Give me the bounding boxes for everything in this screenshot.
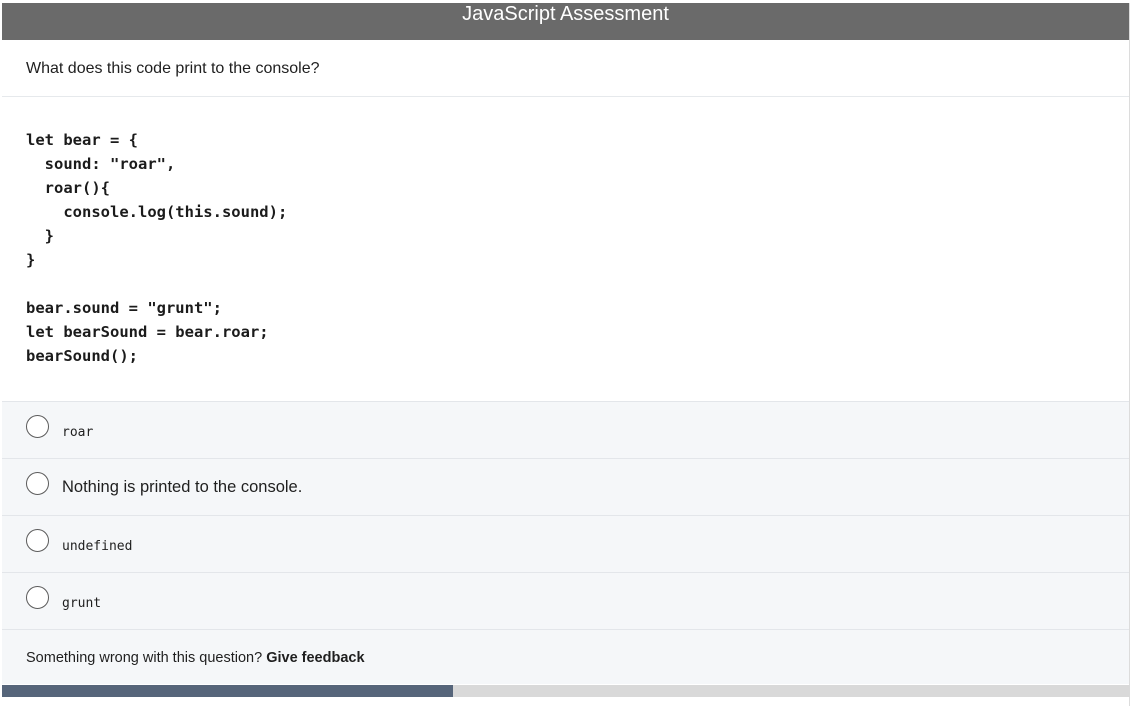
- radio-button[interactable]: [26, 586, 49, 609]
- answer-option-label: grunt: [62, 596, 102, 611]
- assessment-header: JavaScript Assessment: [2, 3, 1129, 40]
- feedback-bar: Something wrong with this question? Give…: [2, 629, 1129, 684]
- answer-option[interactable]: undefined: [2, 515, 1129, 572]
- code-snippet: let bear = { sound: "roar", roar(){ cons…: [26, 131, 288, 365]
- progress-fill: [2, 685, 454, 697]
- answer-option[interactable]: Nothing is printed to the console.: [2, 458, 1129, 515]
- answer-option-label: undefined: [62, 539, 133, 554]
- progress-bar: [2, 685, 1130, 697]
- give-feedback-link[interactable]: Give feedback: [266, 650, 364, 666]
- answer-option[interactable]: grunt: [2, 572, 1129, 629]
- feedback-text: Something wrong with this question?: [26, 650, 267, 666]
- question-prompt: What does this code print to the console…: [2, 40, 1129, 97]
- answer-option[interactable]: roar: [2, 401, 1129, 458]
- answer-option-label: Nothing is printed to the console.: [62, 478, 303, 496]
- question-text: What does this code print to the console…: [26, 60, 320, 77]
- radio-button[interactable]: [26, 415, 49, 438]
- assessment-panel: JavaScript Assessment What does this cod…: [2, 3, 1130, 706]
- answer-options: roar Nothing is printed to the console. …: [2, 401, 1129, 629]
- radio-button[interactable]: [26, 529, 49, 552]
- assessment-title: JavaScript Assessment: [462, 3, 669, 25]
- answer-option-label: roar: [62, 425, 94, 440]
- radio-button[interactable]: [26, 472, 49, 495]
